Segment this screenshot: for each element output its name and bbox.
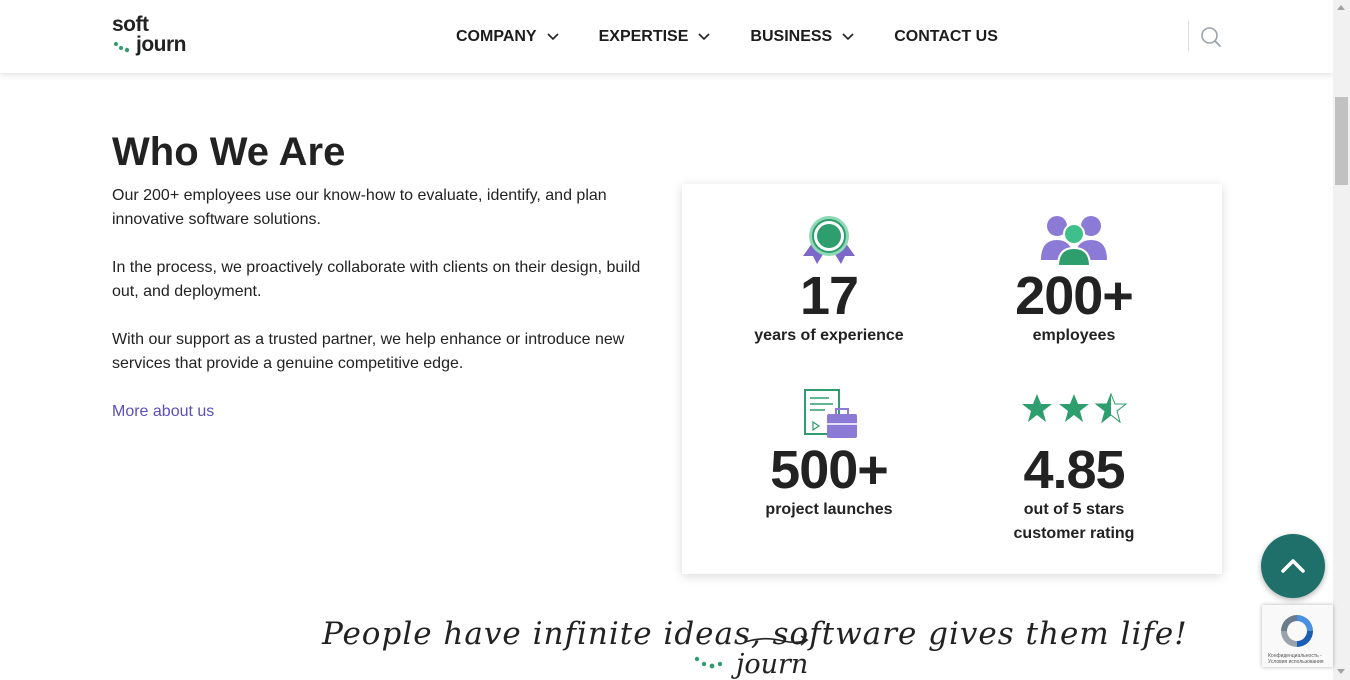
chevron-down-icon bbox=[547, 33, 559, 41]
stat-customer-rating: 4.85 out of 5 stars customer rating bbox=[954, 388, 1194, 546]
star-full-icon bbox=[1059, 394, 1089, 422]
slogan-part-2: gives them life! bbox=[917, 616, 1188, 652]
stats-card: 17 years of experience 200+ employees 50… bbox=[682, 184, 1222, 574]
more-about-us-link[interactable]: More about us bbox=[112, 400, 214, 424]
softjourn-logo[interactable]: soft journ bbox=[112, 14, 202, 62]
stat-value: 500+ bbox=[770, 440, 889, 500]
stat-experience: 17 years of experience bbox=[709, 212, 949, 348]
nav-item-company[interactable]: COMPANY bbox=[456, 28, 559, 46]
stat-label: employees bbox=[1032, 327, 1116, 344]
stat-label-line2: customer rating bbox=[1013, 525, 1135, 542]
slogan-struck-word: ware bbox=[835, 616, 918, 652]
nav-item-business[interactable]: BUSINESS bbox=[750, 28, 854, 46]
section-title: Who We Are bbox=[112, 130, 346, 174]
page-scrollbar[interactable] bbox=[1333, 0, 1350, 680]
star-full-icon bbox=[1022, 394, 1052, 422]
scroll-to-top-button[interactable] bbox=[1261, 534, 1325, 598]
stat-label: years of experience bbox=[754, 327, 904, 344]
nav-item-label: EXPERTISE bbox=[598, 28, 689, 45]
star-half-icon bbox=[1094, 392, 1128, 424]
document-briefcase-icon bbox=[804, 389, 857, 438]
stat-value: 17 bbox=[799, 266, 859, 326]
stat-label-line1: out of 5 stars bbox=[1023, 501, 1125, 518]
strike-scribble bbox=[744, 635, 809, 646]
scroll-down-arrow-icon[interactable] bbox=[1337, 669, 1345, 674]
search-icon[interactable] bbox=[1200, 26, 1222, 48]
nav-item-expertise[interactable]: EXPERTISE bbox=[599, 28, 711, 46]
slogan-journ: journ bbox=[736, 649, 809, 680]
logo-text-top: soft bbox=[112, 13, 149, 36]
stat-employees: 200+ employees bbox=[954, 212, 1194, 348]
scroll-up-arrow-icon[interactable] bbox=[1337, 5, 1345, 10]
stat-label: project launches bbox=[765, 501, 893, 518]
recaptcha-badge[interactable]: Конфиденциальность - Условия использован… bbox=[1262, 605, 1333, 667]
slogan-dots-icon bbox=[694, 656, 723, 669]
logo-text-bottom: journ bbox=[136, 33, 187, 56]
chevron-down-icon bbox=[842, 33, 854, 41]
chevron-up-icon bbox=[1281, 559, 1305, 573]
stars-rating-icon bbox=[1022, 392, 1128, 424]
nav-item-contact-us[interactable]: CONTACT US bbox=[894, 28, 998, 46]
scrollbar-thumb[interactable] bbox=[1335, 97, 1348, 185]
stat-value: 4.85 bbox=[1023, 440, 1125, 500]
team-people-icon bbox=[1041, 216, 1107, 267]
intro-paragraph-3: With our support as a trusted partner, w… bbox=[112, 331, 625, 372]
chevron-down-icon bbox=[698, 33, 710, 41]
nav-item-label: BUSINESS bbox=[750, 28, 833, 45]
recaptcha-privacy-text[interactable]: Конфиденциальность - Условия использован… bbox=[1268, 653, 1330, 665]
main-nav: COMPANY EXPERTISE BUSINESS CONTACT US bbox=[456, 25, 998, 49]
stat-value: 200+ bbox=[1015, 266, 1134, 326]
nav-item-label: COMPANY bbox=[456, 28, 537, 45]
award-ribbon-icon bbox=[803, 216, 855, 264]
site-header: soft journ COMPANY EXPERTISE BUSINESS CO… bbox=[0, 0, 1333, 73]
intro-paragraph-1: Our 200+ employees use our know-how to e… bbox=[112, 187, 607, 228]
nav-item-label: CONTACT US bbox=[894, 28, 998, 45]
search-divider bbox=[1188, 21, 1189, 51]
intro-paragraph-2: In the process, we proactively collabora… bbox=[112, 259, 641, 300]
recaptcha-logo-icon bbox=[1281, 615, 1313, 647]
logo-dots-icon bbox=[114, 42, 130, 53]
stat-project-launches: 500+ project launches bbox=[709, 388, 949, 522]
